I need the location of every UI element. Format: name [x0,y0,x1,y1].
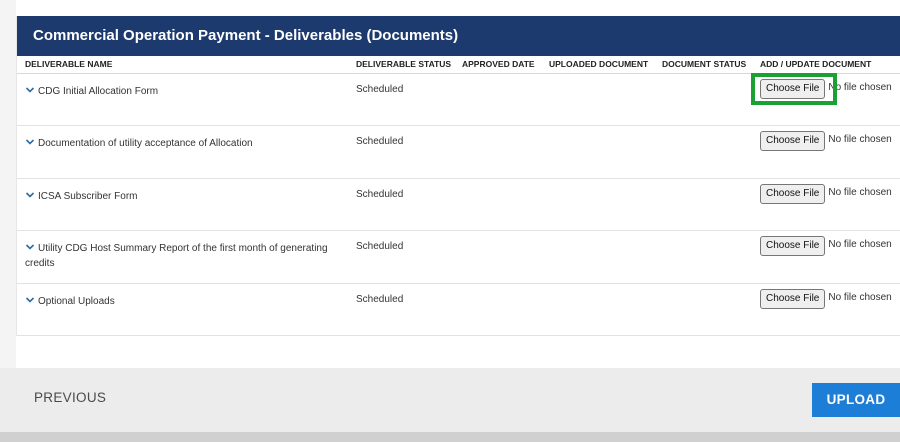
column-header-add-update-document: ADD / UPDATE DOCUMENT [752,56,900,74]
deliverable-name-cell[interactable]: Documentation of utility acceptance of A… [17,125,348,179]
bottom-divider [0,432,900,442]
chevron-down-icon[interactable] [25,190,35,200]
file-upload-cell: Choose File No file chosen [752,125,900,179]
deliverable-name-cell[interactable]: Optional Uploads [17,283,348,336]
deliverable-name[interactable]: Optional Uploads [38,296,115,307]
deliverable-status: Scheduled [348,230,454,284]
deliverable-status: Scheduled [348,125,454,179]
file-upload-cell: Choose File No file chosen [752,230,900,284]
document-status [654,178,752,231]
chevron-down-icon[interactable] [25,242,35,252]
highlight-box [751,72,837,105]
file-status-text: No file chosen [828,134,892,145]
column-header-approved-date: APPROVED DATE [454,56,541,74]
uploaded-document [541,73,654,126]
column-header-document-status: DOCUMENT STATUS [654,56,752,74]
chevron-down-icon[interactable] [25,295,35,305]
document-status [654,73,752,126]
file-status-text: No file chosen [828,291,892,303]
page: Commercial Operation Payment - Deliverab… [0,0,900,442]
uploaded-document [541,125,654,179]
panel-title: Commercial Operation Payment - Deliverab… [17,16,900,56]
approved-date [454,178,541,231]
choose-file-button[interactable]: Choose File [760,236,826,256]
file-input[interactable]: Choose File [760,288,826,309]
deliverable-name[interactable]: CDG Initial Allocation Form [38,86,158,97]
deliverables-table: DELIVERABLE NAME DELIVERABLE STATUS APPR… [17,56,900,336]
previous-button[interactable]: PREVIOUS [34,390,106,405]
approved-date [454,283,541,336]
file-input[interactable]: Choose File [760,183,826,204]
deliverables-panel: Commercial Operation Payment - Deliverab… [16,16,900,336]
uploaded-document [541,230,654,284]
file-input[interactable]: Choose File [760,131,826,151]
uploaded-document [541,283,654,336]
deliverable-status: Scheduled [348,73,454,126]
deliverable-name[interactable]: Documentation of utility acceptance of A… [38,138,253,149]
approved-date [454,125,541,179]
chevron-down-icon[interactable] [25,85,35,95]
deliverable-name[interactable]: ICSA Subscriber Form [38,191,137,202]
file-upload-cell: Choose File No file chosen [751,72,900,126]
chevron-down-icon[interactable] [25,137,35,147]
column-header-deliverable-status: DELIVERABLE STATUS [348,56,454,74]
deliverable-name-cell[interactable]: CDG Initial Allocation Form [17,73,348,126]
column-header-deliverable-name: DELIVERABLE NAME [17,56,348,74]
deliverable-name-cell[interactable]: Utility CDG Host Summary Report of the f… [17,230,348,284]
file-upload-cell: Choose File No file chosen [752,283,900,336]
file-input[interactable]: Choose File [760,236,826,256]
document-status [654,125,752,179]
file-status-text: No file chosen [828,186,892,198]
table-row: CDG Initial Allocation Form Scheduled Ch… [17,72,900,126]
table-header-row: DELIVERABLE NAME DELIVERABLE STATUS APPR… [17,56,900,74]
file-upload-cell: Choose File No file chosen [752,178,900,231]
table-row: Documentation of utility acceptance of A… [17,125,900,179]
table-row: Optional Uploads Scheduled Choose File N… [17,283,900,336]
file-input[interactable]: Choose File [751,72,837,105]
document-status [654,230,752,284]
file-status-text: No file chosen [828,239,892,250]
file-status-text: No file chosen [828,81,892,93]
deliverable-status: Scheduled [348,283,454,336]
approved-date [454,73,541,126]
choose-file-button[interactable]: Choose File [760,183,826,204]
footer-bar: PREVIOUS UPLOAD [0,368,900,432]
document-status [654,283,752,336]
choose-file-button[interactable]: Choose File [760,131,826,151]
deliverable-name[interactable]: Utility CDG Host Summary Report of the f… [25,243,328,269]
upload-button[interactable]: UPLOAD [812,383,900,417]
deliverable-status: Scheduled [348,178,454,231]
deliverable-name-cell[interactable]: ICSA Subscriber Form [17,178,348,231]
table-row: Utility CDG Host Summary Report of the f… [17,230,900,284]
uploaded-document [541,178,654,231]
table-row: ICSA Subscriber Form Scheduled Choose Fi… [17,178,900,231]
column-header-uploaded-document: UPLOADED DOCUMENT [541,56,654,74]
choose-file-button[interactable]: Choose File [760,288,826,309]
approved-date [454,230,541,284]
